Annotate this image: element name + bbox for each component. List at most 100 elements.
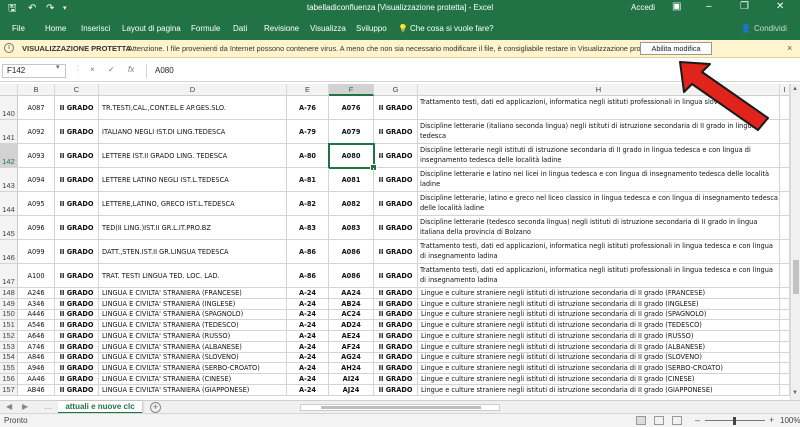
cell-f[interactable]: AB24: [329, 298, 374, 309]
cell-g[interactable]: II GRADO: [374, 384, 418, 395]
row-header[interactable]: 140: [0, 96, 18, 119]
page-break-view-icon[interactable]: [672, 416, 682, 425]
column-header-g[interactable]: G: [374, 84, 418, 96]
cell-e[interactable]: A-80: [287, 144, 329, 167]
cell-c[interactable]: II GRADO: [55, 341, 99, 352]
cell-b[interactable]: A546: [18, 320, 55, 330]
tab-file[interactable]: File: [12, 24, 25, 33]
cell-h[interactable]: Lingue e culture straniere negli istitut…: [418, 331, 780, 341]
cell-b[interactable]: A096: [18, 216, 55, 239]
maximize-icon[interactable]: ❐: [740, 1, 749, 12]
cell-f[interactable]: AJ24: [329, 384, 374, 395]
cell-h[interactable]: Lingue e culture straniere negli istitut…: [418, 384, 780, 395]
cell-g[interactable]: II GRADO: [374, 120, 418, 143]
cell-h[interactable]: Lingue e culture straniere negli istitut…: [418, 298, 780, 309]
cell-b[interactable]: A092: [18, 120, 55, 143]
close-window-icon[interactable]: ✕: [776, 1, 784, 12]
add-sheet-icon[interactable]: +: [150, 402, 161, 413]
cell-e[interactable]: A-86: [287, 264, 329, 287]
cell-d[interactable]: LETTERE LATINO NEGLI IST.L.TEDESCA: [99, 168, 287, 191]
cell-g[interactable]: II GRADO: [374, 352, 418, 363]
sign-in-link[interactable]: Accedi: [631, 3, 655, 12]
cell-g[interactable]: II GRADO: [374, 264, 418, 287]
cell-e[interactable]: A-24: [287, 309, 329, 320]
cell-c[interactable]: II GRADO: [55, 144, 99, 167]
cell-e[interactable]: A-86: [287, 240, 329, 263]
cell-d[interactable]: LINGUA E CIVILTA' STRANIERA (FRANCESE): [99, 288, 287, 298]
tab-home[interactable]: Home: [45, 24, 66, 33]
tab-formule[interactable]: Formule: [191, 24, 220, 33]
cell-i[interactable]: [780, 288, 790, 298]
tab-inserisci[interactable]: Inserisci: [81, 24, 110, 33]
cell-i[interactable]: [780, 352, 790, 363]
cell-d[interactable]: TR.TESTI,CAL.,CONT.EL.E AP.GES.SLO.: [99, 96, 287, 119]
cell-f[interactable]: AI24: [329, 374, 374, 384]
cell-i[interactable]: [780, 264, 790, 287]
cell-b[interactable]: A093: [18, 144, 55, 167]
tab-sviluppo[interactable]: Sviluppo: [356, 24, 387, 33]
cell-e[interactable]: A-24: [287, 363, 329, 373]
column-header-c[interactable]: C: [55, 84, 99, 96]
cell-i[interactable]: [780, 216, 790, 239]
cell-d[interactable]: LINGUA E CIVILTA' STRANIERA (SERBO-CROAT…: [99, 363, 287, 373]
row-header[interactable]: 145: [0, 216, 18, 239]
cell-h[interactable]: Trattamento testi, dati ed applicazioni,…: [418, 264, 780, 287]
cell-h[interactable]: Trattamento testi, dati ed applicazioni,…: [418, 240, 780, 263]
cell-b[interactable]: A346: [18, 298, 55, 309]
cell-b[interactable]: A087: [18, 96, 55, 119]
tab-revisione[interactable]: Revisione: [264, 24, 299, 33]
cell-f[interactable]: A080: [329, 144, 374, 167]
cell-e[interactable]: A-24: [287, 374, 329, 384]
cell-f[interactable]: AG24: [329, 352, 374, 363]
scroll-thumb[interactable]: [793, 260, 799, 294]
cell-h[interactable]: Lingue e culture straniere negli istitut…: [418, 352, 780, 363]
cell-g[interactable]: II GRADO: [374, 144, 418, 167]
cell-d[interactable]: LINGUA E CIVILTA' STRANIERA (ALBANESE): [99, 341, 287, 352]
cell-e[interactable]: A-24: [287, 352, 329, 363]
cell-c[interactable]: II GRADO: [55, 320, 99, 330]
cell-b[interactable]: A946: [18, 363, 55, 373]
cell-h[interactable]: Discipline letterarie negli istituti di …: [418, 144, 780, 167]
enter-icon[interactable]: ✓: [108, 65, 115, 74]
cell-f[interactable]: AF24: [329, 341, 374, 352]
cell-e[interactable]: A-24: [287, 331, 329, 341]
cell-h[interactable]: Lingue e culture straniere negli istitut…: [418, 309, 780, 320]
cell-c[interactable]: II GRADO: [55, 363, 99, 373]
cell-g[interactable]: II GRADO: [374, 320, 418, 330]
cell-i[interactable]: [780, 192, 790, 215]
cell-e[interactable]: A-24: [287, 384, 329, 395]
cell-d[interactable]: LINGUA E CIVILTA' STRANIERA (INGLESE): [99, 298, 287, 309]
cell-b[interactable]: AB46: [18, 384, 55, 395]
zoom-in-icon[interactable]: +: [769, 415, 774, 425]
cell-e[interactable]: A-81: [287, 168, 329, 191]
cell-b[interactable]: A100: [18, 264, 55, 287]
cell-b[interactable]: A095: [18, 192, 55, 215]
zoom-level[interactable]: 100%: [780, 416, 800, 425]
cell-h[interactable]: Discipline letterarie (tedesco seconda l…: [418, 216, 780, 239]
cell-i[interactable]: [780, 320, 790, 330]
cell-e[interactable]: A-79: [287, 120, 329, 143]
cell-c[interactable]: II GRADO: [55, 168, 99, 191]
close-icon[interactable]: ×: [787, 43, 792, 53]
cell-i[interactable]: [780, 384, 790, 395]
horizontal-scrollbar[interactable]: [300, 404, 500, 411]
minimize-icon[interactable]: –: [706, 1, 712, 12]
row-header[interactable]: 152: [0, 331, 18, 341]
cell-e[interactable]: A-76: [287, 96, 329, 119]
normal-view-icon[interactable]: [636, 416, 646, 425]
cell-b[interactable]: A099: [18, 240, 55, 263]
row-header[interactable]: 151: [0, 320, 18, 330]
cell-g[interactable]: II GRADO: [374, 298, 418, 309]
row-header[interactable]: 148: [0, 288, 18, 298]
cell-d[interactable]: TRAT. TESTI LINGUA TED. LOC. LAD.: [99, 264, 287, 287]
row-header[interactable]: 142: [0, 144, 18, 167]
cell-d[interactable]: LINGUA E CIVILTA' STRANIERA (SPAGNOLO): [99, 309, 287, 320]
row-header[interactable]: 150: [0, 309, 18, 320]
cell-f[interactable]: AA24: [329, 288, 374, 298]
tell-me-box[interactable]: Che cosa si vuole fare?: [410, 24, 494, 33]
cell-h[interactable]: Discipline letterarie e latino nei licei…: [418, 168, 780, 191]
row-header[interactable]: 149: [0, 299, 18, 309]
cell-g[interactable]: II GRADO: [374, 168, 418, 191]
cell-d[interactable]: LINGUA E CIVILTA' STRANIERA (CINESE): [99, 374, 287, 384]
cell-b[interactable]: AA46: [18, 374, 55, 384]
